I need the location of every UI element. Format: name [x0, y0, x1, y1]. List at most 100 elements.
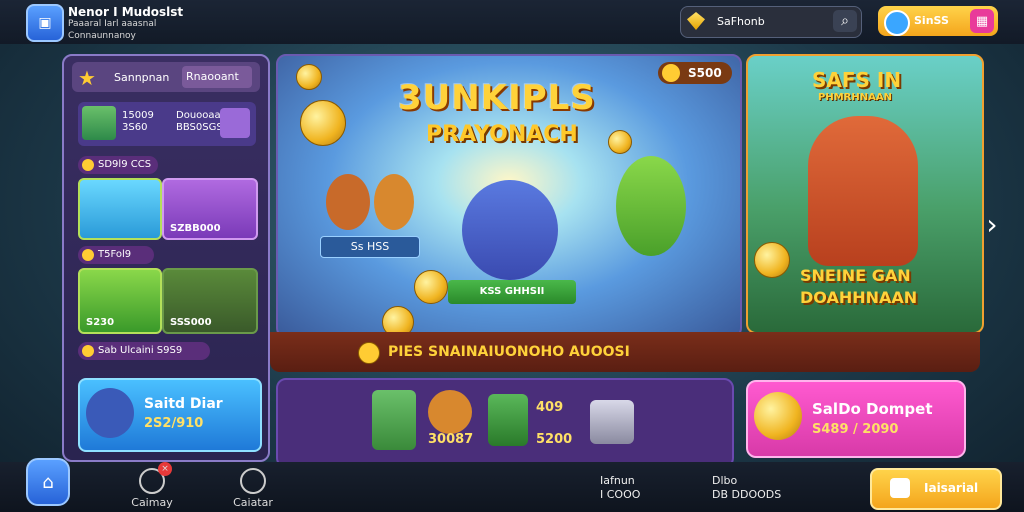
left-panel: ★ Sannpnan Rnaooant 15009 3S60 Douooaa B…: [62, 54, 270, 462]
shop-item-label: 30087: [428, 432, 474, 447]
stat-block: Dlbo DB DDOODS: [712, 474, 781, 502]
brand-tagline: Connaunnanoy: [68, 31, 136, 41]
star-icon: ★: [78, 66, 96, 90]
shop-item[interactable]: [590, 400, 634, 444]
category-pill[interactable]: SD9l9 CCS: [78, 156, 158, 174]
featured-card-info: Douooaa BBS0SGS: [176, 110, 223, 134]
shop-item[interactable]: [488, 394, 528, 446]
fox-character: [326, 174, 370, 230]
coin-icon: [300, 100, 346, 146]
coins-button[interactable]: SinSS ▦: [878, 6, 998, 36]
category-pill[interactable]: T5Fol9 CBS: [78, 246, 154, 278]
action-button-label: Iaisarial: [924, 481, 979, 495]
dog-character: [374, 174, 414, 230]
balance-value: 2S2/910: [144, 416, 204, 431]
promo-title: SAFS IN: [812, 68, 902, 92]
featured-card-stat-2: 3S60: [122, 122, 148, 133]
category-pill-label: SD9l9 CCS: [98, 159, 152, 170]
coin-icon: [754, 242, 790, 278]
grid-menu-icon[interactable]: ▦: [970, 9, 994, 33]
promo-card[interactable]: SAFS IN PHMRHNAAN SNEINE GAN DOAHHNAAN: [746, 54, 984, 334]
action-button[interactable]: Iaisarial: [870, 468, 1002, 510]
promo-subtitle: PHMRHNAAN: [818, 92, 892, 103]
coin-icon: [296, 64, 322, 90]
shop-panel: 30087 409 5200: [276, 378, 734, 468]
promo-strip-text: PIES SNAINAIUONOHO AUOOSI: [388, 344, 630, 360]
promo-bottom-title: SNEINE GAN: [800, 266, 911, 285]
featured-card-info-2: BBS0SGS: [176, 122, 223, 133]
coin-icon: [358, 342, 380, 364]
coin-icon: [662, 64, 680, 82]
wallet-value: S489 / 2090: [812, 422, 899, 437]
search-bar[interactable]: SaFhonb ⌕: [680, 6, 862, 38]
promo-bottom-subtitle: DOAHHNAAN: [800, 288, 918, 307]
hero-banner[interactable]: 3UNKIPLS PRAYONACH S500 Ss HSS KSS GHHSI…: [276, 54, 742, 338]
calendar-icon: [240, 468, 266, 494]
stat-value: DB DDOODS: [712, 488, 782, 501]
hero-subtitle: PRAYONACH: [426, 122, 578, 147]
next-arrow-icon[interactable]: ›: [982, 196, 1002, 252]
shop-item-label: 5200: [536, 432, 573, 447]
coin-icon: [754, 392, 802, 440]
coin-icon: [414, 270, 448, 304]
hero-ribbon: KSS GHHSII: [448, 280, 576, 304]
hero-coin-value: S500: [688, 66, 722, 80]
promo-strip[interactable]: PIES SNAINAIUONOHO AUOOSI: [270, 332, 980, 372]
search-input[interactable]: SaFhonb: [717, 15, 765, 28]
game-tile[interactable]: [78, 178, 162, 240]
game-tile[interactable]: SZBB000: [162, 178, 258, 240]
nav-item-games[interactable]: Caimay ×: [128, 462, 176, 509]
gift-icon: [890, 478, 910, 498]
coin-icon: [82, 159, 94, 171]
app-logo[interactable]: ▣: [26, 4, 64, 42]
brand-block: Nenor I Mudoslst Paaaral Iarl aaasnal Co…: [68, 6, 183, 42]
hero-title: 3UNKIPLS: [398, 78, 596, 118]
wallet-title: SalDo Dompet: [812, 400, 933, 418]
notification-badge: ×: [158, 462, 172, 476]
category-pill-label: Sab Ulcaini S9S9: [98, 345, 183, 356]
stat-value: I COOO: [600, 488, 641, 501]
blue-mascot-character: [462, 180, 558, 280]
game-tile[interactable]: S230: [78, 268, 162, 334]
left-panel-title: Sannpnan: [114, 71, 170, 84]
nav-label: Caimay: [131, 496, 173, 509]
featured-card[interactable]: 15009 3S60 Douooaa BBS0SGS: [78, 102, 256, 146]
coin-icon: [608, 130, 632, 154]
search-icon[interactable]: ⌕: [833, 10, 857, 32]
featured-card-stats: 15009 3S60: [122, 110, 154, 134]
stat-label: Iafnun: [600, 474, 635, 487]
category-pill[interactable]: Sab Ulcaini S9S9: [78, 342, 210, 360]
coin-icon: [884, 10, 910, 36]
shop-item[interactable]: [372, 390, 416, 450]
brand-subtitle: Paaaral Iarl aaasnal: [68, 19, 157, 29]
mascot-icon: [86, 388, 134, 438]
home-button[interactable]: ⌂: [26, 458, 70, 506]
game-tile-label: SZBB000: [170, 223, 221, 234]
left-panel-header[interactable]: ★ Sannpnan Rnaooant: [72, 62, 260, 92]
hero-tag: Ss HSS: [320, 236, 420, 258]
character-thumbnail: [82, 106, 116, 140]
game-tile-label: S230: [86, 317, 115, 328]
nav-label: Caiatar: [233, 496, 273, 509]
bear-character: [808, 116, 918, 266]
stat-block: Iafnun I COOO: [600, 474, 640, 502]
left-panel-dropdown[interactable]: Rnaooant: [182, 66, 252, 88]
balance-card[interactable]: Saitd Diar 2S2/910: [78, 378, 262, 452]
featured-card-stat-1: 15009: [122, 110, 154, 121]
green-dragon-character: [616, 156, 686, 256]
wallet-button[interactable]: SalDo Dompet S489 / 2090: [746, 380, 966, 458]
gem-icon: [687, 12, 705, 30]
game-tile[interactable]: SSS000: [162, 268, 258, 334]
coin-icon: [82, 249, 94, 261]
brand-title: Nenor I Mudoslst: [68, 5, 184, 19]
hero-coin-counter: S500: [658, 62, 732, 84]
coin-icon: [82, 345, 94, 357]
coins-label: SinSS: [914, 14, 949, 27]
stat-label: Dlbo: [712, 474, 738, 487]
shop-item[interactable]: [428, 390, 472, 434]
gold-bar-icon: [220, 108, 250, 138]
balance-title: Saitd Diar: [144, 396, 223, 412]
featured-card-info-1: Douooaa: [176, 110, 221, 121]
nav-item-calendar[interactable]: Caiatar: [226, 468, 280, 509]
shop-item-label: 409: [536, 400, 564, 415]
